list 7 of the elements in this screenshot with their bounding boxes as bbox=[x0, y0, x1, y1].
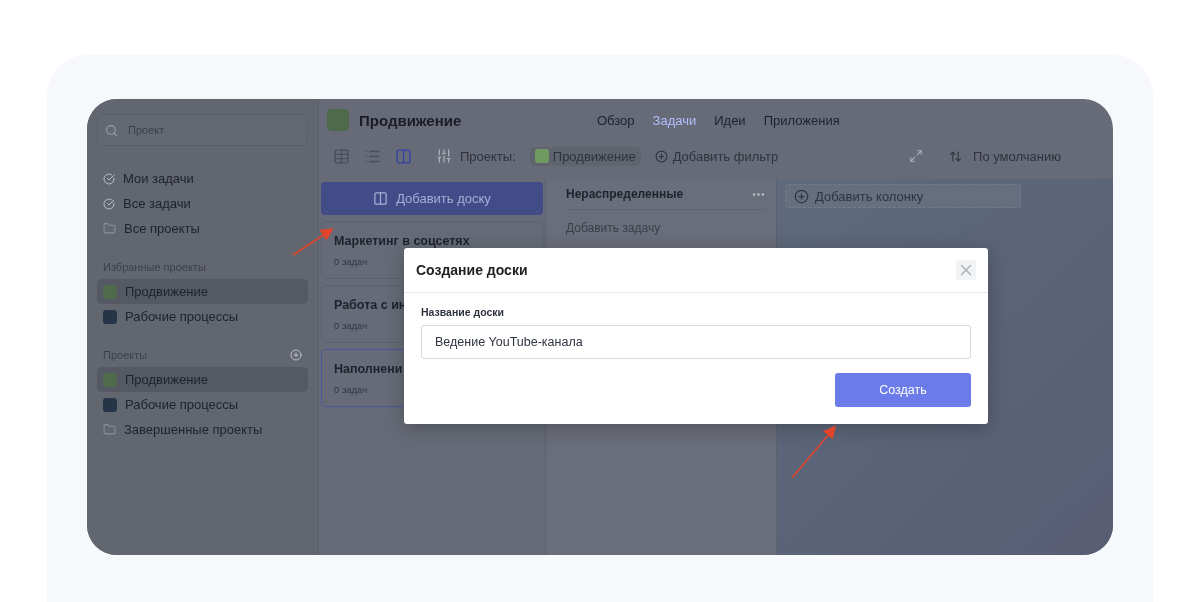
board-title: Маркетинг в соцсетях bbox=[334, 234, 471, 248]
column-title: Нераспределенные bbox=[566, 187, 684, 201]
filter-label: Проекты: bbox=[460, 148, 516, 164]
dialog-title: Создание доски bbox=[416, 262, 528, 278]
project-title: Продвижение bbox=[359, 111, 463, 129]
field-label: Название доски bbox=[421, 306, 505, 318]
board-title: Наполнени bbox=[334, 362, 404, 376]
